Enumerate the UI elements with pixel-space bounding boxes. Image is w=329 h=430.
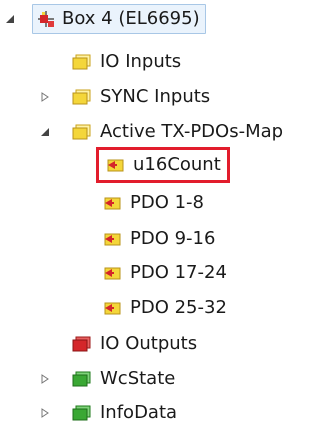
tree-item-label: Box 4 (EL6695) [62,8,200,29]
tree-item-label: PDO 1-8 [130,192,205,213]
tree-item-label: InfoData [100,402,178,423]
tree-item-pdo-25-32[interactable]: PDO 25-32 [102,291,227,325]
yellow-folder-icon [72,122,92,142]
pdo-entry-icon [102,263,122,283]
pdo-entry-icon [102,298,122,318]
tree-item-label: u16Count [133,154,221,175]
tree-item-io-outputs[interactable]: IO Outputs [72,327,197,361]
yellow-folder-icon [72,87,92,107]
green-folder-icon [72,369,92,389]
tree-item-label: PDO 25-32 [130,297,227,318]
tree-item-sync-inputs[interactable]: SYNC Inputs [0,80,210,114]
tree-item-u16count[interactable]: u16Count [96,147,230,183]
pdo-entry-icon [102,193,122,213]
tree-item-infodata[interactable]: InfoData [0,396,177,430]
green-folder-icon [72,403,92,423]
tree-item-label: IO Inputs [100,51,182,72]
tree-item-label: Active TX-PDOs-Map [100,121,284,142]
tree-item-active-tx-pdos-map[interactable]: Active TX-PDOs-Map [0,115,283,149]
tree-item-label: SYNC Inputs [100,86,211,107]
tree-item-box4[interactable]: Box 4 (EL6695) [0,2,206,36]
tree-item-label: WcState [100,368,176,389]
tree-item-label: PDO 9-16 [130,228,216,249]
tree-item-pdo-9-16[interactable]: PDO 9-16 [102,222,215,256]
tree-item-io-inputs[interactable]: IO Inputs [72,45,181,79]
collapsed-arrow-icon[interactable] [38,406,52,420]
tree-view: Box 4 (EL6695) IO Inputs SYNC Inputs Act… [0,0,329,428]
red-folder-icon [72,334,92,354]
tree-item-label: PDO 17-24 [130,262,227,283]
highlight-box[interactable]: u16Count [96,147,230,183]
pdo-entry-icon [105,155,125,175]
collapsed-arrow-icon[interactable] [38,90,52,104]
tree-item-pdo-17-24[interactable]: PDO 17-24 [102,256,227,290]
expanded-arrow-icon[interactable] [38,125,52,139]
tree-item-pdo-1-8[interactable]: PDO 1-8 [102,186,204,220]
collapsed-arrow-icon[interactable] [38,372,52,386]
tree-item-label: IO Outputs [100,333,198,354]
yellow-folder-icon [72,52,92,72]
tree-item-wcstate[interactable]: WcState [0,362,175,396]
expanded-arrow-icon[interactable] [3,12,17,26]
terminal-box-icon [36,9,56,29]
tree-item-box4-selection[interactable]: Box 4 (EL6695) [32,4,206,34]
pdo-entry-icon [102,229,122,249]
